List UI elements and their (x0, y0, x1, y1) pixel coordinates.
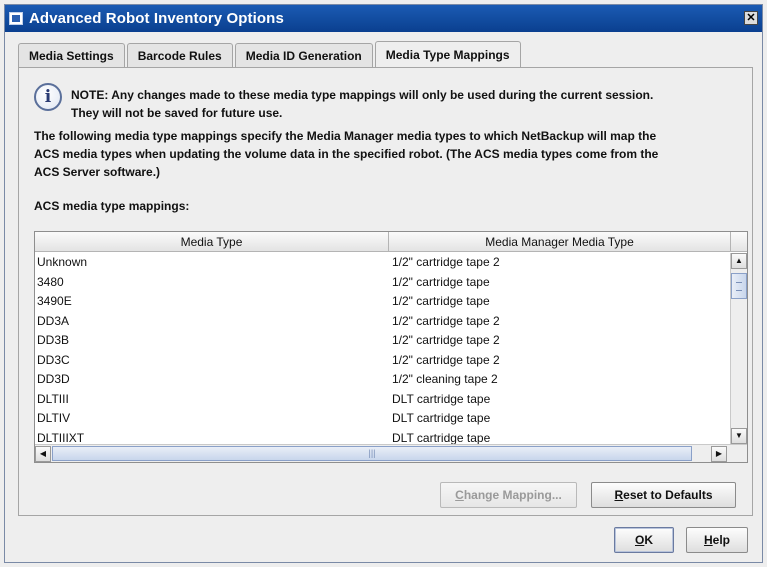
table-body: Unknown 1/2" cartridge tape 2 3480 1/2" … (35, 253, 729, 444)
description-line-1: The following media type mappings specif… (34, 129, 657, 143)
media-type-cell: DD3D (37, 372, 70, 386)
help-mnemonic: H (703, 533, 713, 547)
media-type-cell: DD3B (37, 333, 70, 347)
ok-button[interactable]: OK (614, 527, 674, 553)
title-bar[interactable]: Advanced Robot Inventory Options ✕ (5, 5, 762, 32)
table-row[interactable]: DD3B 1/2" cartridge tape 2 (35, 331, 729, 351)
media-manager-type-cell: 1/2" cartridge tape 2 (392, 255, 500, 269)
close-icon[interactable]: ✕ (744, 11, 758, 25)
reset-mnemonic: R (614, 488, 624, 502)
scroll-down-icon[interactable]: ▼ (731, 428, 747, 444)
media-manager-type-cell: DLT cartridge tape (392, 391, 491, 406)
scroll-up-icon[interactable]: ▲ (731, 253, 747, 269)
media-type-cell: Unknown (37, 255, 88, 269)
media-manager-type-cell: 1/2" cartridge tape 2 (392, 333, 500, 347)
scroll-left-icon[interactable]: ◀ (35, 446, 51, 462)
table-row[interactable]: Unknown 1/2" cartridge tape 2 (35, 253, 729, 273)
table-row[interactable]: DLTIIIXT DLT cartridge tape (35, 429, 729, 445)
media-type-cell: DLTIIIXT (37, 430, 85, 445)
tab-barcode-rules[interactable]: Barcode Rules (126, 43, 233, 67)
reset-label-post: eset to Defaults (623, 488, 713, 502)
table-row[interactable]: 3480 1/2" cartridge tape (35, 273, 729, 293)
media-manager-type-cell: DLT cartridge tape (392, 430, 491, 445)
table-row[interactable]: DLTIV DLT cartridge tape (35, 409, 729, 429)
mappings-label: ACS media type mappings: (34, 199, 190, 213)
media-type-mappings-panel: i NOTE: Any changes made to these media … (18, 67, 753, 516)
ok-mnemonic: O (634, 533, 645, 547)
media-manager-type-cell: 1/2" cartridge tape (392, 294, 490, 308)
media-type-cell: DD3C (37, 352, 70, 367)
help-button[interactable]: Help (686, 527, 748, 553)
note-text: NOTE: Any changes made to these media ty… (71, 83, 653, 122)
table-row[interactable]: DD3D 1/2" cleaning tape 2 (35, 370, 729, 390)
header-corner (731, 232, 747, 252)
column-header-media-type[interactable]: Media Type (35, 232, 389, 252)
tab-strip: Media Settings Barcode Rules Media ID Ge… (18, 41, 523, 67)
media-type-cell: 3480 (37, 274, 64, 289)
tab-media-id-generation[interactable]: Media ID Generation (234, 43, 373, 67)
change-mapping-mnemonic: C (455, 488, 464, 502)
tab-media-settings[interactable]: Media Settings (18, 43, 125, 67)
window-title: Advanced Robot Inventory Options (29, 10, 284, 27)
description-line-3: ACS Server software.) (34, 165, 161, 179)
vertical-scrollbar[interactable]: ▲ ▼ (730, 253, 747, 444)
description-line-2: ACS media types when updating the volume… (34, 147, 659, 161)
horizontal-scrollbar[interactable]: ◀ ||| ▶ (35, 444, 747, 462)
horizontal-scroll-thumb[interactable]: ||| (52, 446, 692, 461)
table-row[interactable]: DD3A 1/2" cartridge tape 2 (35, 312, 729, 332)
media-type-cell: DLTIV (37, 411, 71, 425)
note-line-2: They will not be saved for future use. (71, 106, 283, 120)
advanced-robot-inventory-dialog: Advanced Robot Inventory Options ✕ Media… (4, 4, 763, 563)
media-manager-type-cell: 1/2" cleaning tape 2 (392, 372, 498, 386)
reset-to-defaults-button[interactable]: Reset to Defaults (591, 482, 736, 508)
window-icon (9, 12, 23, 25)
ok-label-post: K (644, 533, 653, 547)
change-mapping-label-post: hange Mapping... (463, 488, 562, 502)
media-manager-type-cell: 1/2" cartridge tape (392, 274, 490, 289)
description: The following media type mappings specif… (34, 127, 744, 181)
help-label-post: elp (712, 533, 730, 547)
mappings-table: Media Type Media Manager Media Type Unkn… (34, 231, 748, 463)
media-manager-type-cell: 1/2" cartridge tape 2 (392, 352, 500, 367)
scroll-right-icon[interactable]: ▶ (711, 446, 727, 462)
table-header: Media Type Media Manager Media Type (35, 232, 747, 252)
media-manager-type-cell: 1/2" cartridge tape 2 (392, 313, 500, 328)
note-line-1: NOTE: Any changes made to these media ty… (71, 88, 654, 102)
table-row[interactable]: DLTIII DLT cartridge tape (35, 390, 729, 410)
table-row[interactable]: DD3C 1/2" cartridge tape 2 (35, 351, 729, 371)
note: i NOTE: Any changes made to these media … (34, 83, 734, 122)
media-manager-type-cell: DLT cartridge tape (392, 411, 491, 425)
vertical-scroll-thumb[interactable] (731, 273, 747, 299)
change-mapping-button[interactable]: Change Mapping... (440, 482, 577, 508)
media-type-cell: 3490E (37, 294, 72, 308)
info-icon: i (34, 83, 62, 111)
column-header-media-manager-type[interactable]: Media Manager Media Type (389, 232, 731, 252)
tab-media-type-mappings[interactable]: Media Type Mappings (374, 41, 521, 67)
media-type-cell: DLTIII (37, 391, 69, 406)
media-type-cell: DD3A (37, 313, 70, 328)
table-row[interactable]: 3490E 1/2" cartridge tape (35, 292, 729, 312)
